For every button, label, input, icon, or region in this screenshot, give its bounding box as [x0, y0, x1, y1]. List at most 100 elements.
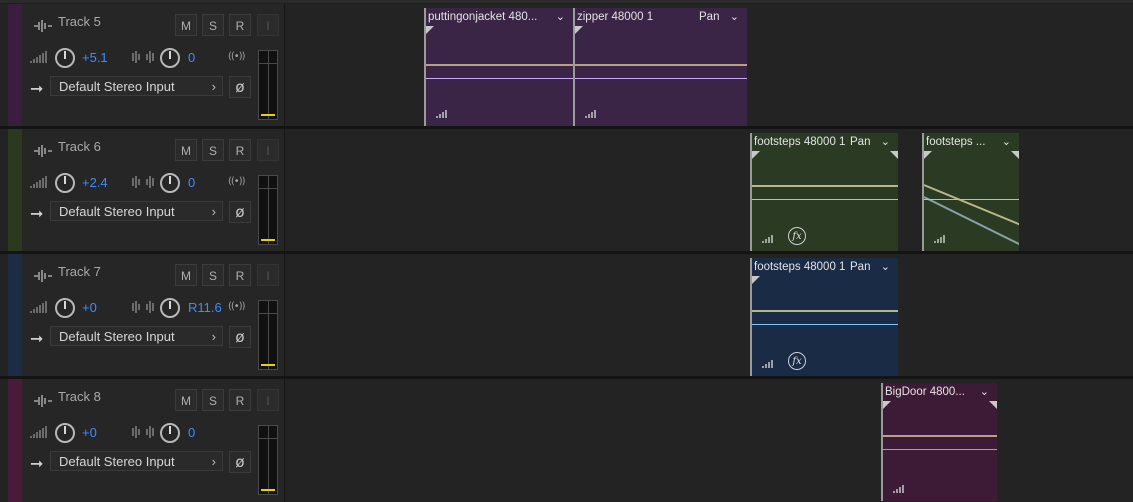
- level-meter: [258, 300, 278, 370]
- volume-value[interactable]: +2.4: [82, 175, 108, 190]
- record-arm-button[interactable]: R: [229, 264, 251, 286]
- volume-envelope[interactable]: [426, 64, 573, 66]
- mute-button[interactable]: M: [175, 14, 197, 36]
- volume-envelope[interactable]: [752, 310, 898, 312]
- clip-title: footsteps 48000 1: [754, 261, 846, 273]
- track-lane[interactable]: BigDoor 4800... ⌄: [286, 379, 1133, 502]
- volume-value[interactable]: +0: [82, 425, 97, 440]
- solo-button[interactable]: S: [202, 139, 224, 161]
- audio-clip[interactable]: puttingonjacket 480... ⌄: [424, 8, 573, 126]
- volume-knob-icon[interactable]: [55, 423, 75, 443]
- pan-knob-icon[interactable]: [160, 298, 180, 318]
- volume-envelope[interactable]: [752, 185, 898, 187]
- clip-pan-label[interactable]: Pan: [850, 261, 870, 273]
- input-monitor-button[interactable]: I: [257, 264, 279, 286]
- record-arm-button[interactable]: R: [229, 389, 251, 411]
- input-select[interactable]: Default Stereo Input ›: [50, 76, 223, 96]
- track-header: Track 6 M S R I +2.4 0 ((•)) ➞ Default S…: [22, 129, 285, 251]
- chevron-down-icon[interactable]: ⌄: [881, 260, 890, 273]
- clip-gain-icon: [436, 110, 447, 118]
- fade-out-handle[interactable]: [890, 151, 898, 159]
- clip-pan-label[interactable]: Pan: [699, 11, 719, 23]
- solo-button[interactable]: S: [202, 14, 224, 36]
- audio-clip[interactable]: footsteps 48000 1 Pan ⌄ fx: [750, 258, 898, 376]
- fade-in-handle[interactable]: [883, 401, 891, 409]
- input-monitor-button[interactable]: I: [257, 14, 279, 36]
- input-arrow-icon: ➞: [30, 329, 44, 348]
- pan-value[interactable]: 0: [188, 50, 195, 65]
- stereo-icon[interactable]: ((•)): [228, 51, 245, 62]
- pan-icon: [132, 426, 154, 438]
- input-monitor-button[interactable]: I: [257, 389, 279, 411]
- volume-knob-icon[interactable]: [55, 173, 75, 193]
- fade-in-handle[interactable]: [924, 151, 932, 159]
- stereo-icon[interactable]: ((•)): [228, 176, 245, 187]
- track-name[interactable]: Track 6: [58, 139, 101, 154]
- track-name[interactable]: Track 5: [58, 14, 101, 29]
- pan-value[interactable]: 0: [188, 425, 195, 440]
- pan-icon: [132, 301, 154, 313]
- volume-knob-icon[interactable]: [55, 298, 75, 318]
- input-select[interactable]: Default Stereo Input ›: [50, 451, 223, 471]
- volume-value[interactable]: +5.1: [82, 50, 108, 65]
- input-select-value: Default Stereo Input: [59, 79, 175, 94]
- timeline-ruler[interactable]: [0, 0, 1133, 3]
- record-arm-button[interactable]: R: [229, 14, 251, 36]
- track-name[interactable]: Track 7: [58, 264, 101, 279]
- phase-invert-icon[interactable]: ø: [229, 76, 251, 98]
- pan-value[interactable]: 0: [188, 175, 195, 190]
- clip-pan-label[interactable]: Pan: [850, 136, 870, 148]
- audio-clip[interactable]: zipper 48000 1 Pan ⌄: [573, 8, 747, 126]
- input-select[interactable]: Default Stereo Input ›: [50, 326, 223, 346]
- track-lane[interactable]: footsteps 48000 1 Pan ⌄ fx footsteps ...…: [286, 129, 1133, 251]
- pan-knob-icon[interactable]: [160, 423, 180, 443]
- input-select[interactable]: Default Stereo Input ›: [50, 201, 223, 221]
- clip-gain-icon: [934, 235, 945, 243]
- level-meter: [258, 175, 278, 245]
- phase-invert-icon[interactable]: ø: [229, 451, 251, 473]
- chevron-down-icon[interactable]: ⌄: [881, 135, 890, 148]
- track-8: Track 8 M S R I +0 0 ➞ Default Stereo In…: [0, 379, 1133, 502]
- phase-invert-icon[interactable]: ø: [229, 326, 251, 348]
- waveform: [575, 78, 747, 79]
- level-meter: [258, 425, 278, 495]
- phase-invert-icon[interactable]: ø: [229, 201, 251, 223]
- audio-clip[interactable]: BigDoor 4800... ⌄: [881, 383, 997, 501]
- fx-icon[interactable]: fx: [788, 352, 806, 370]
- record-arm-button[interactable]: R: [229, 139, 251, 161]
- volume-envelope[interactable]: [883, 435, 997, 437]
- track-color-strip: [8, 254, 22, 376]
- input-monitor-button[interactable]: I: [257, 139, 279, 161]
- pan-knob-icon[interactable]: [160, 173, 180, 193]
- volume-knob-icon[interactable]: [55, 48, 75, 68]
- fade-in-handle[interactable]: [752, 276, 760, 284]
- chevron-down-icon[interactable]: ⌄: [1002, 135, 1011, 148]
- stereo-icon[interactable]: ((•)): [228, 301, 245, 312]
- mute-button[interactable]: M: [175, 264, 197, 286]
- solo-button[interactable]: S: [202, 389, 224, 411]
- fade-in-handle[interactable]: [426, 26, 434, 34]
- input-arrow-icon: ➞: [30, 204, 44, 223]
- mute-button[interactable]: M: [175, 139, 197, 161]
- pan-knob-icon[interactable]: [160, 48, 180, 68]
- track-lane[interactable]: footsteps 48000 1 Pan ⌄ fx: [286, 254, 1133, 376]
- pan-value[interactable]: R11.6: [188, 300, 222, 315]
- fade-out-handle[interactable]: [989, 401, 997, 409]
- fx-icon[interactable]: fx: [788, 227, 806, 245]
- track-lane[interactable]: puttingonjacket 480... ⌄ zipper 48000 1 …: [286, 4, 1133, 126]
- audio-clip[interactable]: footsteps 48000 1 Pan ⌄ fx: [750, 133, 898, 251]
- volume-value[interactable]: +0: [82, 300, 97, 315]
- mute-button[interactable]: M: [175, 389, 197, 411]
- chevron-down-icon[interactable]: ⌄: [556, 10, 565, 23]
- clip-title: footsteps ...: [926, 136, 986, 148]
- fade-out-handle[interactable]: [1011, 151, 1019, 159]
- chevron-down-icon[interactable]: ⌄: [980, 385, 989, 398]
- chevron-down-icon[interactable]: ⌄: [730, 10, 739, 23]
- audio-clip[interactable]: footsteps ... ⌄: [922, 133, 1019, 251]
- fade-in-handle[interactable]: [575, 26, 583, 34]
- solo-button[interactable]: S: [202, 264, 224, 286]
- fade-in-handle[interactable]: [752, 151, 760, 159]
- track-name[interactable]: Track 8: [58, 389, 101, 404]
- volume-icon: [30, 51, 47, 63]
- volume-envelope[interactable]: [575, 64, 747, 66]
